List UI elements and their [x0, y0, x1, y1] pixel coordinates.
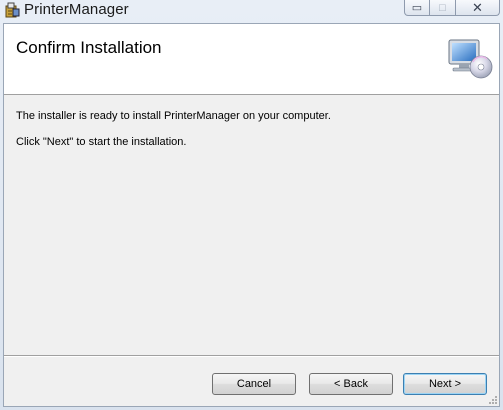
title-bar[interactable]: PrinterManager ▭ □ ✕	[0, 0, 503, 22]
maximize-button[interactable]: □	[430, 0, 456, 16]
close-icon: ✕	[472, 0, 483, 15]
installer-app-icon	[5, 2, 20, 18]
computer-disc-icon	[448, 39, 493, 79]
window-title: PrinterManager	[24, 1, 129, 18]
maximize-icon: □	[439, 1, 446, 14]
minimize-button[interactable]: ▭	[404, 0, 430, 16]
back-button[interactable]: < Back	[309, 373, 393, 395]
page-title: Confirm Installation	[16, 38, 162, 57]
resize-grip-icon[interactable]	[488, 395, 498, 405]
cancel-button[interactable]: Cancel	[212, 373, 296, 395]
dialog-client-area: Confirm Installation The installer is re…	[3, 23, 500, 407]
minimize-icon: ▭	[411, 2, 423, 14]
instruction-message: Click "Next" to start the installation.	[16, 136, 187, 148]
installer-window: PrinterManager ▭ □ ✕ Confirm Installatio…	[0, 0, 503, 410]
caption-buttons: ▭ □ ✕	[404, 0, 500, 16]
close-button[interactable]: ✕	[456, 0, 500, 16]
next-button[interactable]: Next >	[403, 373, 487, 395]
ready-message: The installer is ready to install Printe…	[16, 110, 331, 122]
header-banner: Confirm Installation	[4, 24, 499, 95]
button-divider	[4, 355, 499, 357]
